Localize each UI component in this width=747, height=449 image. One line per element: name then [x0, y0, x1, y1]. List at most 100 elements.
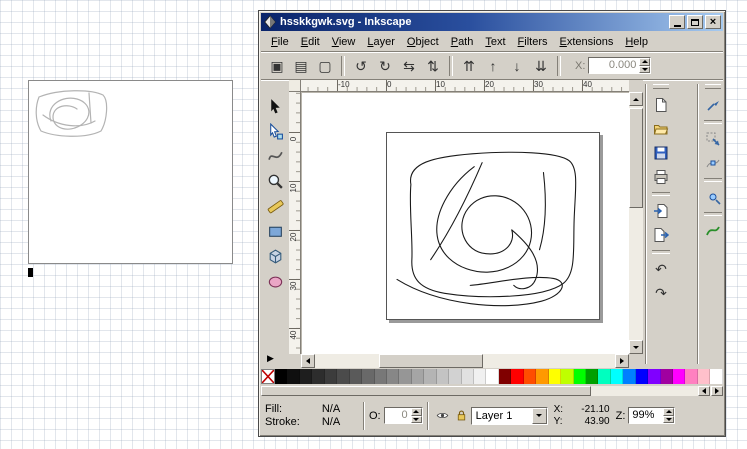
- flip-vertical-button[interactable]: ⇅: [422, 55, 444, 77]
- palette-swatch[interactable]: [412, 369, 424, 384]
- palette-swatch[interactable]: [275, 369, 287, 384]
- select-all-layers-button[interactable]: ▤: [290, 55, 312, 77]
- palette-swatch[interactable]: [685, 369, 697, 384]
- palette-swatch[interactable]: [561, 369, 573, 384]
- vertical-ruler[interactable]: 010203040: [289, 92, 301, 354]
- palette-scrollbar[interactable]: [261, 386, 723, 396]
- palette-swatch[interactable]: [524, 369, 536, 384]
- palette-swatch[interactable]: [350, 369, 362, 384]
- zoom-spin-up-button[interactable]: [663, 408, 674, 416]
- import-button[interactable]: [650, 200, 672, 222]
- canvas-viewport[interactable]: [301, 92, 629, 354]
- scroll-up-button[interactable]: [629, 92, 643, 106]
- palette-swatch[interactable]: [499, 369, 511, 384]
- menu-help[interactable]: Help: [619, 34, 654, 50]
- open-button[interactable]: [650, 118, 672, 140]
- snap-bounding-box-button[interactable]: [702, 128, 724, 150]
- snap-other-points-button[interactable]: [702, 186, 724, 208]
- redo-button[interactable]: ↷: [650, 282, 672, 304]
- palette-swatch[interactable]: [399, 369, 411, 384]
- layer-selector[interactable]: Layer 1: [471, 407, 548, 425]
- palette-swatch[interactable]: [611, 369, 623, 384]
- node-editor-tool[interactable]: [263, 119, 287, 143]
- palette-swatch[interactable]: [598, 369, 610, 384]
- palette-swatch[interactable]: [710, 369, 722, 384]
- palette-swatch[interactable]: [486, 369, 498, 384]
- palette-swatch[interactable]: [536, 369, 548, 384]
- palette-swatch[interactable]: [300, 369, 312, 384]
- snap-to-path-button[interactable]: [702, 220, 724, 242]
- menu-extensions[interactable]: Extensions: [554, 34, 620, 50]
- palette-swatch[interactable]: [362, 369, 374, 384]
- vertical-scrollbar[interactable]: [629, 92, 643, 354]
- fill-stroke-indicator[interactable]: Fill: N/A Stroke: N/A: [261, 403, 359, 428]
- export-button[interactable]: [650, 224, 672, 246]
- scroll-down-button[interactable]: [629, 340, 643, 354]
- palette-swatch[interactable]: [449, 369, 461, 384]
- palette-swatch[interactable]: [636, 369, 648, 384]
- palette-swatch[interactable]: [312, 369, 324, 384]
- palette-swatch[interactable]: [698, 369, 710, 384]
- tweak-tool[interactable]: [263, 144, 287, 168]
- minimize-button[interactable]: [669, 15, 685, 29]
- palette-swatch[interactable]: [586, 369, 598, 384]
- rotate-ccw-button[interactable]: ↺: [350, 55, 372, 77]
- box-3d-tool[interactable]: [263, 244, 287, 268]
- menu-layer[interactable]: Layer: [361, 34, 401, 50]
- title-bar[interactable]: hsskkgwk.svg - Inkscape ×: [261, 13, 723, 31]
- toolbox-expander-button[interactable]: ▶: [267, 353, 274, 364]
- select-all-button[interactable]: ▣: [266, 55, 288, 77]
- flip-horizontal-button[interactable]: ⇆: [398, 55, 420, 77]
- menu-path[interactable]: Path: [445, 34, 480, 50]
- rectangle-tool[interactable]: [263, 219, 287, 243]
- palette-swatch[interactable]: [462, 369, 474, 384]
- horizontal-scrollbar[interactable]: [301, 354, 629, 368]
- rotate-cw-button[interactable]: ↻: [374, 55, 396, 77]
- horizontal-scroll-thumb[interactable]: [379, 354, 483, 368]
- opacity-spinbox[interactable]: 0: [384, 407, 423, 424]
- menu-file[interactable]: File: [265, 34, 295, 50]
- opacity-spin-down-button[interactable]: [411, 416, 422, 424]
- palette-scroll-right-button[interactable]: [711, 386, 723, 396]
- palette-swatch[interactable]: [375, 369, 387, 384]
- palette-swatch[interactable]: [511, 369, 523, 384]
- palette-swatch[interactable]: [474, 369, 486, 384]
- x-spin-down-button[interactable]: [639, 66, 650, 74]
- palette-swatch[interactable]: [549, 369, 561, 384]
- palette-swatch[interactable]: [387, 369, 399, 384]
- scroll-right-button[interactable]: [615, 354, 629, 368]
- palette-swatch[interactable]: [437, 369, 449, 384]
- palette-swatch[interactable]: [673, 369, 685, 384]
- snap-enable-button[interactable]: [702, 94, 724, 116]
- maximize-button[interactable]: [687, 15, 703, 29]
- measure-tool[interactable]: [263, 194, 287, 218]
- menu-view[interactable]: View: [326, 34, 362, 50]
- palette-swatch[interactable]: [325, 369, 337, 384]
- ellipse-tool[interactable]: [263, 269, 287, 293]
- palette-scroll-thumb[interactable]: [261, 386, 591, 396]
- palette-swatch[interactable]: [648, 369, 660, 384]
- palette-swatch[interactable]: [337, 369, 349, 384]
- zoom-tool[interactable]: [263, 169, 287, 193]
- palette-swatch[interactable]: [623, 369, 635, 384]
- deselect-button[interactable]: ▢: [314, 55, 336, 77]
- menu-filters[interactable]: Filters: [512, 34, 554, 50]
- palette-swatch[interactable]: [574, 369, 586, 384]
- snap-nodes-button[interactable]: [702, 152, 724, 174]
- close-button[interactable]: ×: [705, 15, 721, 29]
- palette-swatch[interactable]: [287, 369, 299, 384]
- x-spin-up-button[interactable]: [639, 58, 650, 66]
- zoom-spinbox[interactable]: 99%: [628, 407, 675, 424]
- menu-edit[interactable]: Edit: [295, 34, 326, 50]
- no-color-swatch[interactable]: [261, 369, 275, 384]
- x-spinbox[interactable]: 0.000: [588, 57, 651, 74]
- raise-button[interactable]: ↑: [482, 55, 504, 77]
- palette-swatch[interactable]: [424, 369, 436, 384]
- toolbar-grip[interactable]: [653, 84, 669, 89]
- zoom-spin-down-button[interactable]: [663, 416, 674, 424]
- lower-to-bottom-button[interactable]: ⇊: [530, 55, 552, 77]
- new-document-button[interactable]: [650, 94, 672, 116]
- scroll-left-button[interactable]: [301, 354, 315, 368]
- vertical-scroll-thumb[interactable]: [629, 108, 643, 208]
- raise-to-top-button[interactable]: ⇈: [458, 55, 480, 77]
